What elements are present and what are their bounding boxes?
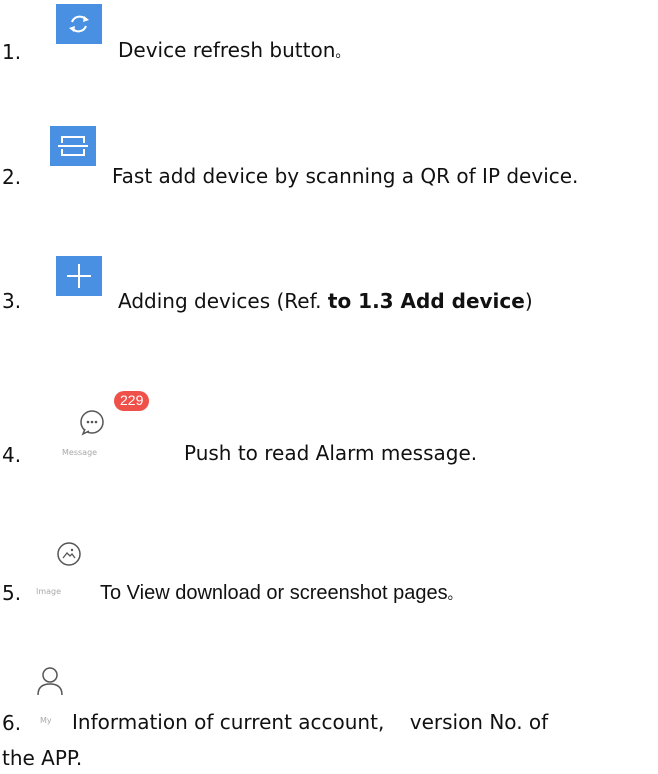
item-number: 5. [2,581,22,605]
message-icon[interactable] [78,408,106,436]
plus-icon [67,264,91,288]
message-tab-label: Message [62,448,98,457]
item-number: 3. [2,289,22,313]
item-number: 1. [2,40,22,64]
item-number: 6. [2,711,22,735]
refresh-button[interactable] [56,4,102,44]
refresh-icon [69,15,89,33]
image-icon[interactable] [56,541,82,567]
item-number: 4. [2,443,22,467]
item-description: Device refresh button。 [118,38,350,62]
message-count-badge: 229 [114,391,150,411]
item-description: Fast add device by scanning a QR of IP d… [112,164,579,188]
qr-scan-button[interactable] [50,126,96,166]
item-description: Push to read Alarm message. [184,441,478,465]
item-description-continued: the APP. [2,746,83,770]
item-description: Adding devices (Ref. to 1.3 Add device) [118,289,533,313]
image-tab-label: Image [36,587,62,596]
qr-scan-icon [58,136,88,156]
add-device-button[interactable] [56,256,102,296]
item-description: To View download or screenshot pages。 [100,582,462,604]
user-icon[interactable] [36,666,64,696]
item-number: 2. [2,165,22,189]
item-description: Information of current account, version … [72,710,549,734]
my-tab-label: My [40,716,52,725]
